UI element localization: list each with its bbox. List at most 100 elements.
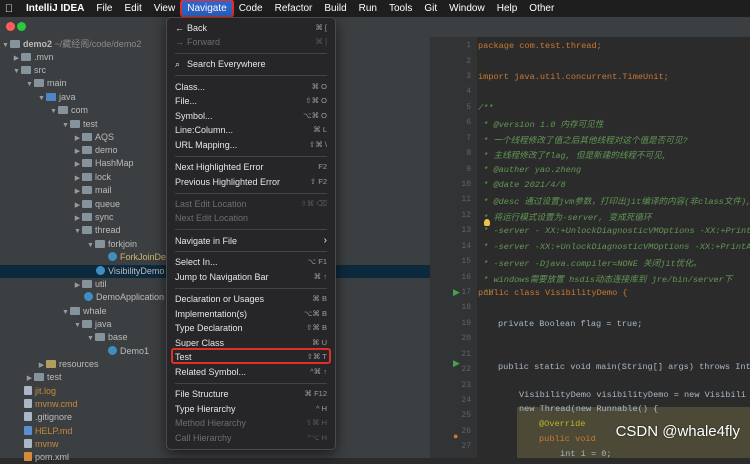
menu-view[interactable]: View <box>148 0 182 17</box>
menu-help[interactable]: Help <box>491 0 524 17</box>
menu-build[interactable]: Build <box>318 0 352 17</box>
file-icon <box>24 399 32 408</box>
run-class-icon[interactable]: ▶ <box>453 288 460 298</box>
menu-separator <box>175 383 327 384</box>
package-icon <box>82 320 92 328</box>
menu-item-type-hierarchy[interactable]: Type Hierarchy ^ H <box>175 402 327 416</box>
code-line: package com.test.thread; <box>478 41 602 51</box>
code-line: * 将运行模式设置为-server, 变成死循环 <box>478 213 652 223</box>
chevron-right-icon[interactable]: ▶ <box>73 185 82 198</box>
menu-separator <box>175 75 327 76</box>
code-line: int i = 0; <box>560 449 612 458</box>
log-file-icon <box>24 386 32 395</box>
menu-separator <box>175 156 327 157</box>
window-titlebar <box>0 17 750 37</box>
maven-file-icon <box>24 452 32 461</box>
code-line: /** <box>478 103 494 113</box>
forward-arrow-icon: → <box>175 37 184 47</box>
menu-item-navigate-in-file[interactable]: Navigate in File › <box>175 234 327 248</box>
line-number: 21 <box>461 350 471 359</box>
chevron-down-icon[interactable]: ▼ <box>49 105 58 118</box>
search-icon: ⌕ <box>175 59 181 69</box>
package-icon <box>82 186 92 194</box>
menu-separator <box>175 193 327 194</box>
menu-item-last-edit-location[interactable]: Last Edit Location ⇧⌘ ⌫ <box>175 197 327 211</box>
menu-item-declaration-or-usages[interactable]: Declaration or Usages ⌘ B <box>175 292 327 306</box>
menu-item-related-symbol[interactable]: Related Symbol... ^⌘ ↑ <box>175 365 327 379</box>
menu-item-file[interactable]: File... ⇧⌘ O <box>175 94 327 108</box>
menu-edit[interactable]: Edit <box>118 0 147 17</box>
package-icon <box>82 213 92 221</box>
menu-code[interactable]: Code <box>233 0 269 17</box>
code-line: public static void main(String[] args) t… <box>498 362 750 372</box>
app-menu[interactable]: IntelliJ IDEA <box>20 0 90 17</box>
folder-icon <box>34 373 44 381</box>
menu-item-type-declaration[interactable]: Type Declaration ⇧⌘ B <box>175 321 327 335</box>
line-number: 6 <box>466 118 471 127</box>
chevron-down-icon[interactable]: ▼ <box>86 332 95 345</box>
menu-item-file-structure[interactable]: File Structure ⌘ F12 <box>175 387 327 401</box>
line-number: 14 <box>461 242 471 251</box>
line-number: 3 <box>466 72 471 81</box>
code-line: * @desc 通过设置jvm参数，打印出jit编译的内容(非class文件), <box>478 197 750 207</box>
menu-file[interactable]: File <box>90 0 118 17</box>
menu-item-next-highlighted-error[interactable]: Next Highlighted Error F2 <box>175 160 327 174</box>
menu-refactor[interactable]: Refactor <box>269 0 319 17</box>
line-number: 19 <box>461 319 471 328</box>
menu-item-search-everywhere[interactable]: ⌕ Search Everywhere <box>175 57 327 71</box>
menu-item-symbol[interactable]: Symbol... ⌥⌘ O <box>175 109 327 123</box>
line-number: 18 <box>461 303 471 312</box>
chevron-down-icon[interactable]: ▼ <box>73 225 82 238</box>
menu-item-super-class[interactable]: Super Class ⌘ U <box>175 336 327 347</box>
line-number: 17 <box>461 288 471 297</box>
menu-git[interactable]: Git <box>418 0 443 17</box>
chevron-right-icon[interactable]: ▶ <box>25 372 34 385</box>
code-line: @Override <box>539 419 586 429</box>
navigate-menu: ← Back ⌘ [ → Forward ⌘ ] ⌕ Search Everywhere … <box>166 17 336 450</box>
menu-item-jump-to-navigation-bar[interactable]: Jump to Navigation Bar ⌘ ↑ <box>175 270 327 284</box>
class-icon <box>108 252 117 261</box>
menu-separator <box>175 229 327 230</box>
menu-item-line-column[interactable]: Line:Column... ⌘ L <box>175 123 327 137</box>
menu-run[interactable]: Run <box>353 0 383 17</box>
menu-item-previous-highlighted-error[interactable]: Previous Highlighted Error ⇧ F2 <box>175 175 327 189</box>
code-line: * -server - XX:+UnlockDiagnosticVMOption… <box>478 226 750 236</box>
menu-item-class[interactable]: Class... ⌘ O <box>175 80 327 94</box>
code-line: VisibilityDemo visibilityDemo = new Visi… <box>519 390 746 400</box>
package-icon <box>70 307 80 315</box>
override-marker-icon[interactable]: ● <box>453 432 458 442</box>
close-window-button[interactable] <box>6 22 15 31</box>
chevron-down-icon[interactable]: ▼ <box>25 78 34 91</box>
menu-item-url-mapping[interactable]: URL Mapping... ⇧⌘ \ <box>175 138 327 152</box>
zoom-window-button[interactable] <box>17 22 26 31</box>
line-number: 15 <box>461 257 471 266</box>
line-number: 22 <box>461 365 471 374</box>
code-line: * 主线程修改了flag, 但是新建的线程不可见, <box>478 151 668 161</box>
menu-navigate[interactable]: Navigate <box>180 0 234 18</box>
menu-item-next-edit-location[interactable]: Next Edit Location <box>175 211 327 225</box>
package-icon <box>82 146 92 154</box>
code-line: * @version 1.0 内存可见性 <box>478 120 604 130</box>
code-line: * -server -XX:+UnlockDiagnosticVMOptions… <box>478 242 750 252</box>
code-editor[interactable]: package com.test.thread; import java.uti… <box>477 37 750 458</box>
menu-item-method-hierarchy[interactable]: Method Hierarchy ⇧⌘ H <box>175 416 327 430</box>
line-number: 13 <box>461 226 471 235</box>
menu-item-back[interactable]: ← Back ⌘ [ <box>175 21 327 35</box>
menu-window[interactable]: Window <box>443 0 491 17</box>
package-icon <box>70 120 80 128</box>
class-icon <box>96 266 105 275</box>
menu-item-forward[interactable]: → Forward ⌘ ] <box>175 35 327 49</box>
menu-tools[interactable]: Tools <box>383 0 418 17</box>
apple-icon[interactable]:  <box>2 3 16 15</box>
run-main-icon[interactable]: ▶ <box>453 359 460 369</box>
line-number: 12 <box>461 211 471 220</box>
menu-item-implementations[interactable]: Implementation(s) ⌥⌘ B <box>175 307 327 321</box>
menu-item-call-hierarchy[interactable]: Call Hierarchy ^⌥ H <box>175 431 327 445</box>
line-number: 5 <box>466 103 471 112</box>
chevron-right-icon[interactable]: ▶ <box>73 158 82 171</box>
menu-other[interactable]: Other <box>523 0 560 17</box>
line-number: 20 <box>461 334 471 343</box>
menu-item-select-in[interactable]: Select In... ⌥ F1 <box>175 255 327 269</box>
menu-item-test[interactable]: Test ⇧⌘ T <box>175 350 327 364</box>
source-folder-icon <box>46 93 56 101</box>
